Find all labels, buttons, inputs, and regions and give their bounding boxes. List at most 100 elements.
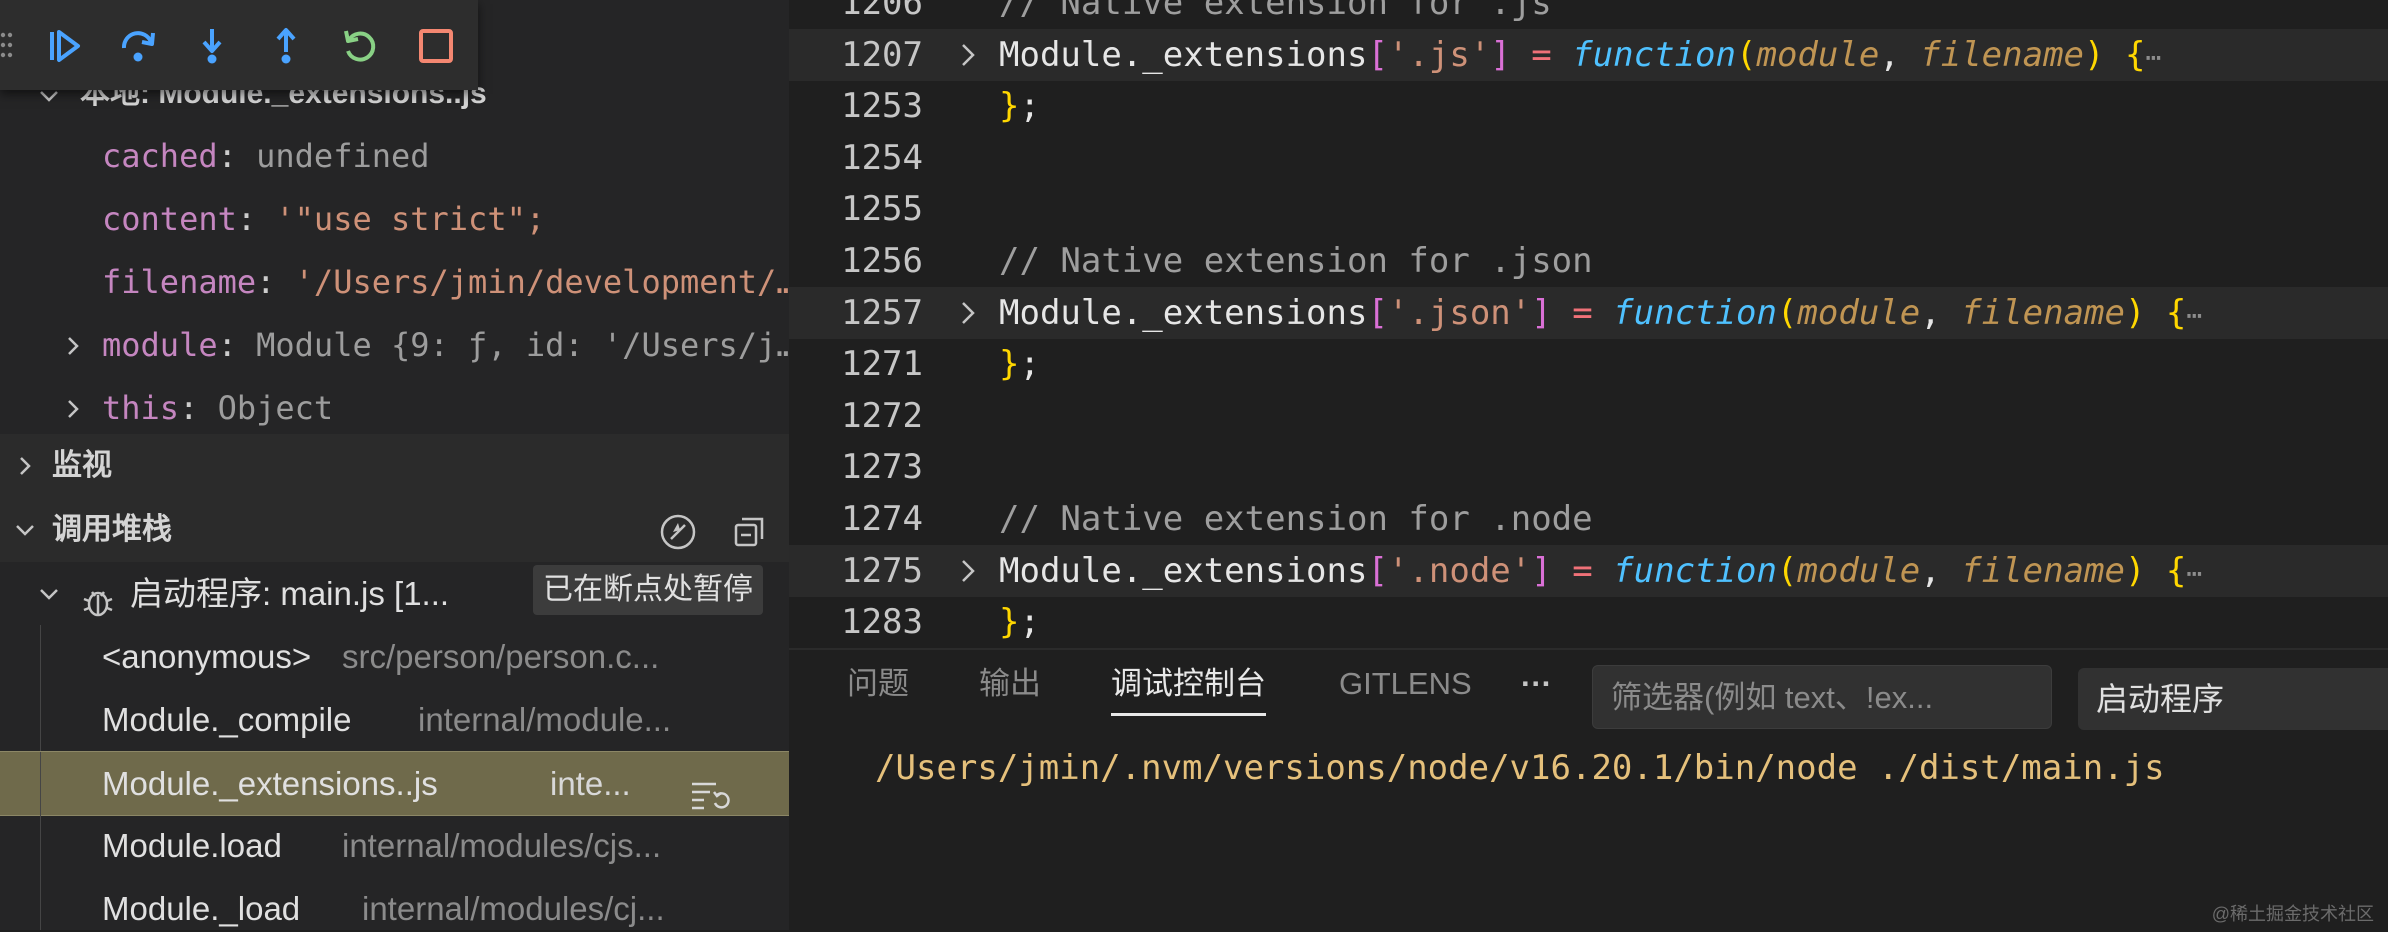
frame-source: src/person/person.c... — [342, 638, 660, 675]
tab-debug-console[interactable]: 调试控制台 — [1111, 650, 1266, 718]
chevron-right-icon — [10, 434, 40, 498]
fold-chevron-icon[interactable] — [955, 300, 981, 326]
code-line[interactable]: 1257 Module._extensions['.json'] = functi… — [789, 286, 2388, 339]
bottom-panel: 问题 输出 调试控制台 GITLENS ··· 筛选器(例如 text、!ex.… — [789, 648, 2388, 932]
code-text: Module._extensions['.json'] = function(m… — [999, 292, 2203, 333]
frame-source: internal/modules/cj... — [362, 890, 665, 927]
variable-row[interactable]: filename: '/Users/jmin/development/… — [0, 251, 789, 314]
code-line[interactable]: 1275 Module._extensions['.node'] = functi… — [789, 544, 2388, 597]
line-number: 1207 — [841, 34, 923, 75]
variable-row[interactable]: content: '"use strict"; — [0, 188, 789, 251]
tab-gitlens[interactable]: GITLENS — [1339, 650, 1472, 718]
code-line[interactable]: 1253}; — [789, 80, 2388, 132]
step-into-button[interactable] — [186, 20, 238, 72]
variable-name: content — [102, 200, 237, 238]
code-text: Module._extensions['.js'] = function(mod… — [999, 34, 2162, 75]
code-line[interactable]: 1255 — [789, 183, 2388, 235]
launch-config-select[interactable]: 启动程序 — [2078, 668, 2388, 730]
stop-button[interactable] — [410, 20, 462, 72]
code-editor[interactable]: 1206 // Native extension for .js 1207 Modul… — [789, 0, 2388, 648]
variable-value: Object — [217, 389, 334, 427]
section-watch[interactable]: 监视 — [0, 434, 789, 498]
variable-value: undefined — [256, 137, 430, 175]
step-out-button[interactable] — [260, 20, 312, 72]
code-text: }; — [999, 602, 1040, 643]
step-into-icon — [202, 29, 222, 64]
chevron-down-icon — [10, 498, 40, 562]
frame-function: <anonymous> — [102, 638, 312, 675]
frame-source: inte... — [550, 765, 631, 802]
code-line[interactable]: 1207 Module._extensions['.js'] = function… — [789, 28, 2388, 81]
line-number: 1253 — [841, 86, 923, 127]
frame-source: internal/modules/cjs... — [342, 827, 662, 864]
paused-status-badge: 已在断点处暂停 — [533, 565, 763, 615]
stack-frame[interactable]: Module._load internal/modules/cj... — [0, 877, 789, 930]
breakpoint-toggle-icon[interactable] — [656, 510, 700, 554]
frame-function: Module._extensions..js — [102, 765, 438, 802]
frame-function: Module._compile — [102, 701, 352, 738]
code-text: // Native extension for .json — [999, 241, 1593, 281]
tab-problems[interactable]: 问题 — [847, 650, 909, 718]
code-text: Module._extensions['.node'] = function(m… — [999, 550, 2203, 591]
section-title: 监视 — [52, 449, 112, 482]
collapse-all-icon[interactable] — [727, 510, 771, 554]
fold-chevron-icon[interactable] — [955, 42, 981, 68]
frame-function: Module._load — [102, 890, 301, 927]
variable-row[interactable]: cached: undefined — [0, 125, 789, 188]
code-line[interactable]: 1271}; — [789, 338, 2388, 390]
code-line[interactable]: 1274 // Native extension for .node — [789, 493, 2388, 545]
variable-row[interactable]: module: Module {9: ƒ, id: '/Users/j… — [0, 314, 789, 377]
code-line[interactable]: 1272 — [789, 390, 2388, 442]
console-filter-input[interactable]: 筛选器(例如 text、!ex... — [1592, 665, 2052, 729]
chevron-down-icon — [34, 562, 64, 625]
code-text: }; — [999, 86, 1040, 127]
line-number: 1273 — [841, 447, 923, 488]
line-number: 1272 — [841, 395, 923, 436]
restart-frame-icon[interactable] — [690, 768, 732, 810]
line-number: 1275 — [841, 550, 923, 591]
code-line[interactable]: 1206 // Native extension for .js — [789, 0, 2388, 29]
variable-name: module — [102, 326, 218, 364]
section-title: 调用堆栈 — [52, 513, 172, 546]
variable-name: cached — [102, 137, 218, 175]
chevron-right-icon[interactable] — [58, 314, 88, 377]
console-output-line: /Users/jmin/.nvm/versions/node/v16.20.1/… — [875, 748, 2165, 788]
variable-name: this — [102, 389, 180, 427]
continue-button[interactable] — [38, 20, 90, 72]
variable-name: filename — [102, 263, 257, 301]
line-number: 1274 — [841, 499, 923, 539]
chevron-right-icon[interactable] — [58, 377, 88, 440]
code-line[interactable]: 1283}; — [789, 596, 2388, 648]
variable-row[interactable]: this: Object — [0, 377, 789, 440]
restart-icon — [344, 30, 376, 62]
more-actions-icon[interactable]: ··· — [1521, 650, 1552, 718]
code-text: // Native extension for .js — [999, 0, 1552, 23]
stack-frame[interactable]: Module.load internal/modules/cjs... — [0, 814, 789, 877]
line-number: 1256 — [841, 241, 923, 281]
restart-button[interactable] — [334, 20, 386, 72]
watermark: @稀土掘金技术社区 — [2211, 904, 2374, 924]
frame-function: Module.load — [102, 827, 282, 864]
stop-icon — [419, 29, 453, 63]
section-call-stack[interactable]: 调用堆栈 — [0, 498, 789, 562]
line-number: 1254 — [841, 137, 923, 178]
stack-frame-selected[interactable]: Module._extensions..js inte... — [0, 751, 789, 816]
code-line[interactable]: 1273 — [789, 441, 2388, 493]
tab-output[interactable]: 输出 — [979, 650, 1041, 718]
stack-frame[interactable]: <anonymous> src/person/person.c... — [0, 625, 789, 688]
fold-chevron-icon[interactable] — [955, 558, 981, 584]
step-over-button[interactable] — [112, 20, 164, 72]
line-number: 1271 — [841, 344, 923, 385]
code-line[interactable]: 1254 — [789, 132, 2388, 184]
frame-source: internal/module... — [418, 701, 672, 738]
step-over-icon — [121, 31, 155, 62]
bug-icon — [80, 576, 116, 617]
continue-icon — [50, 30, 80, 62]
drag-handle-icon[interactable] — [0, 30, 14, 60]
stack-frame[interactable]: Module._compile internal/module... — [0, 688, 789, 751]
line-number: 1283 — [841, 602, 923, 643]
code-text: // Native extension for .node — [999, 499, 1593, 539]
code-text: }; — [999, 344, 1040, 385]
variable-value: '"use strict"; — [275, 200, 546, 238]
code-line[interactable]: 1256 // Native extension for .json — [789, 235, 2388, 287]
